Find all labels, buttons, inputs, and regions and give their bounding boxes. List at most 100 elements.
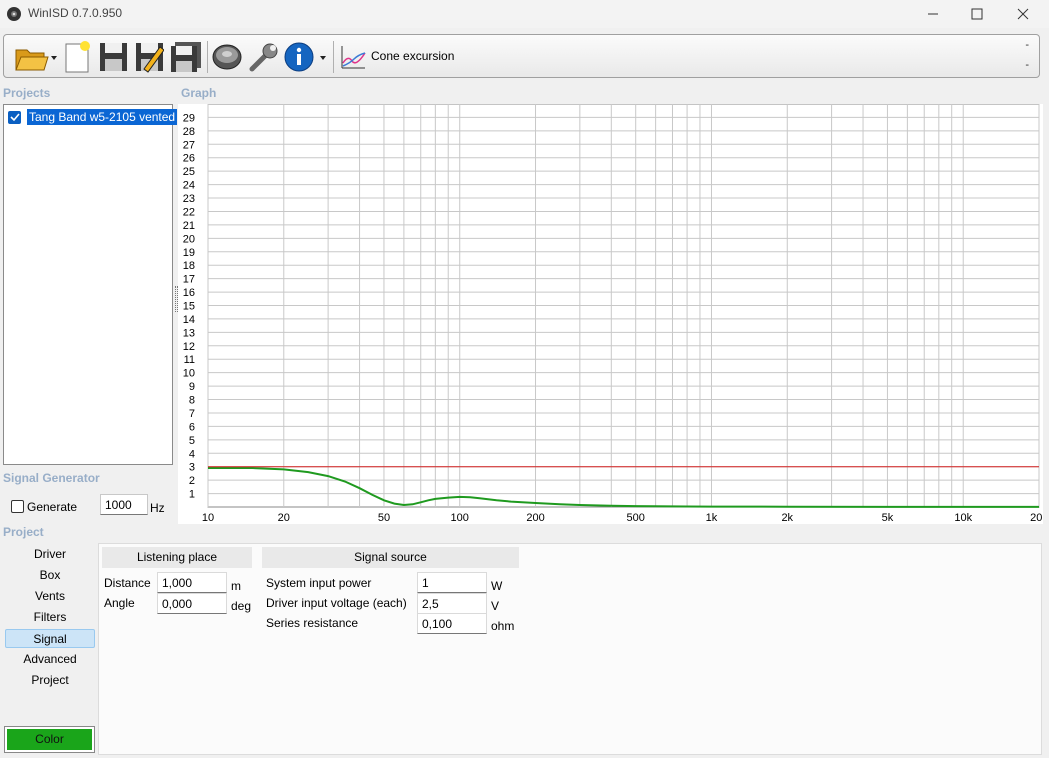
nav-advanced[interactable]: Advanced <box>5 650 95 669</box>
project-name[interactable]: Tang Band w5-2105 vented <box>27 109 178 125</box>
y-tick-label: 24 <box>183 180 195 192</box>
y-tick-label: 3 <box>189 462 195 474</box>
voltage-unit: V <box>491 599 500 613</box>
system-input-power-input[interactable] <box>417 572 487 593</box>
x-tick-label: 20k <box>1030 512 1043 524</box>
x-tick-label: 200 <box>526 512 544 524</box>
distance-unit: m <box>231 579 241 593</box>
nav-driver[interactable]: Driver <box>5 545 95 564</box>
x-tick-label: 10 <box>202 512 214 524</box>
graph-type-button[interactable] <box>338 39 368 75</box>
toolbar: Cone excursion - - <box>3 34 1040 78</box>
y-tick-label: 14 <box>183 314 195 326</box>
minimize-button[interactable] <box>910 0 956 28</box>
title-bar: WinISD 0.7.0.950 <box>0 0 1049 28</box>
projects-label: Projects <box>3 86 51 100</box>
nav-vents[interactable]: Vents <box>5 587 95 606</box>
y-tick-label: 9 <box>189 381 195 393</box>
tools-button[interactable] <box>247 39 281 75</box>
distance-input[interactable] <box>157 572 227 593</box>
save-as-button[interactable] <box>132 39 166 75</box>
y-tick-label: 22 <box>183 206 195 218</box>
series-resistance-label: Series resistance <box>266 616 359 630</box>
nav-filters[interactable]: Filters <box>5 608 95 627</box>
folder-open-icon <box>15 49 57 71</box>
save-all-button[interactable] <box>168 39 204 75</box>
y-tick-label: 4 <box>189 448 195 460</box>
toolbar-separator <box>207 41 208 73</box>
generate-label[interactable]: Generate <box>27 500 77 514</box>
floppy-pencil-icon <box>136 43 164 73</box>
y-tick-label: 12 <box>183 341 195 353</box>
save-button[interactable] <box>96 39 130 75</box>
maximize-icon <box>971 8 983 20</box>
y-tick-label: 23 <box>183 193 195 205</box>
color-button[interactable]: Color <box>4 726 95 753</box>
speaker-icon <box>212 44 242 70</box>
driver-input-voltage-label: Driver input voltage (each) <box>266 596 407 610</box>
y-tick-label: 13 <box>183 327 195 339</box>
y-tick-label: 25 <box>183 166 195 178</box>
x-tick-label: 50 <box>378 512 390 524</box>
nav-signal[interactable]: Signal <box>5 629 95 648</box>
series-resistance-input[interactable] <box>417 613 487 634</box>
y-tick-label: 26 <box>183 153 195 165</box>
y-tick-label: 2 <box>189 475 195 487</box>
y-tick-label: 21 <box>183 220 195 232</box>
close-icon <box>1017 8 1029 20</box>
graph-label: Graph <box>181 86 217 100</box>
new-project-button[interactable] <box>60 39 94 75</box>
frequency-input[interactable] <box>100 494 148 515</box>
cone-excursion-chart: 1234567891011121314151617181920212223242… <box>183 103 1048 524</box>
color-button-label: Color <box>7 729 92 750</box>
toolbar-separator <box>333 41 334 73</box>
signal-generator-label: Signal Generator <box>3 471 100 485</box>
power-unit: W <box>491 579 503 593</box>
generate-checkbox[interactable] <box>11 500 24 513</box>
y-tick-label: 27 <box>183 139 195 151</box>
driver-input-voltage-input[interactable] <box>417 593 487 614</box>
angle-unit: deg <box>231 599 252 613</box>
y-tick-label: 20 <box>183 233 195 245</box>
angle-input[interactable] <box>157 593 227 614</box>
toolbar-dash-bottom: - <box>1025 59 1029 71</box>
driver-editor-button[interactable] <box>209 39 245 75</box>
x-tick-label: 500 <box>627 512 645 524</box>
minimize-icon <box>928 13 938 15</box>
listening-place-header: Listening place <box>102 547 252 568</box>
y-tick-label: 1 <box>189 489 195 501</box>
x-tick-label: 2k <box>781 512 793 524</box>
project-item[interactable]: Tang Band w5-2105 vented <box>8 109 178 125</box>
signal-source-header: Signal source <box>262 547 519 568</box>
info-button[interactable] <box>283 39 329 75</box>
window-title: WinISD 0.7.0.950 <box>28 6 123 20</box>
cone-excursion-graph-icon <box>341 46 366 69</box>
y-tick-label: 7 <box>189 408 195 420</box>
frequency-unit: Hz <box>150 501 165 515</box>
toolbar-dash-top: - <box>1025 39 1029 51</box>
x-tick-label: 1k <box>706 512 718 524</box>
y-tick-label: 19 <box>183 247 195 259</box>
graph-panel: 1 2 3 4 5 6 7 8 9 10 11 12 13 14 15 16 17 18 19 20 21 22 23 24 2… <box>178 103 1048 524</box>
signal-panel: Listening place Distance m Angle deg Sig… <box>98 543 1042 755</box>
nav-box[interactable]: Box <box>5 566 95 585</box>
y-tick-label: 8 <box>189 395 195 407</box>
info-icon <box>284 42 326 72</box>
projects-list[interactable]: Tang Band w5-2105 vented <box>3 104 178 465</box>
app-speaker-icon <box>7 7 21 21</box>
y-tick-label: 6 <box>189 421 195 433</box>
x-tick-label: 20 <box>278 512 290 524</box>
graph-type-label[interactable]: Cone excursion <box>371 49 454 63</box>
close-button[interactable] <box>1000 0 1046 28</box>
maximize-button[interactable] <box>954 0 1000 28</box>
resistance-unit: ohm <box>491 619 515 633</box>
nav-project[interactable]: Project <box>5 671 95 690</box>
y-tick-label: 29 <box>183 112 195 124</box>
project-label: Project <box>3 525 44 539</box>
project-checkbox[interactable] <box>8 110 21 124</box>
y-tick-label: 10 <box>183 368 195 380</box>
wrench-icon <box>249 43 278 72</box>
y-tick-label: 11 <box>184 354 195 366</box>
y-tick-label: 18 <box>183 260 195 272</box>
open-project-button[interactable] <box>10 39 60 75</box>
